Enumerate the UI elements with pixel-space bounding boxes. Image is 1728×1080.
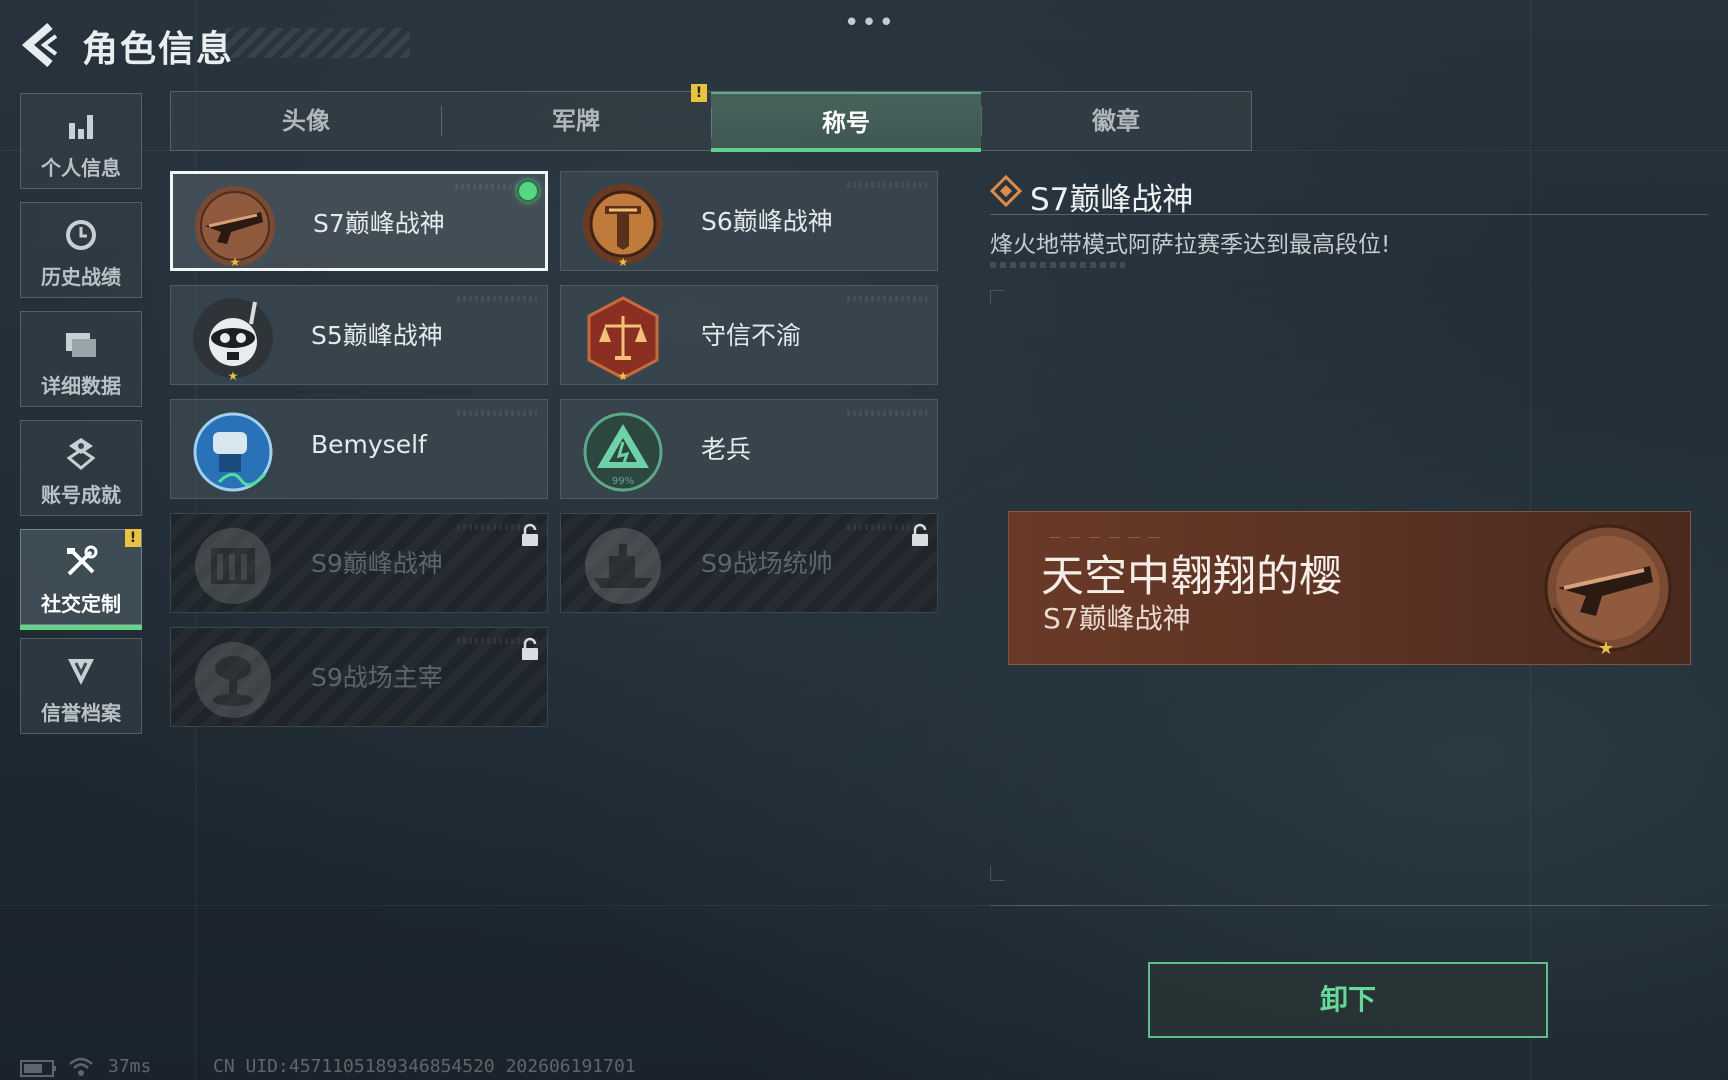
sidebar-item-history[interactable]: 历史战绩 [20, 202, 142, 298]
sidebar-item-social-customization[interactable]: ! 社交定制 [20, 529, 142, 630]
title-card[interactable]: ★ S6巅峰战神 [560, 171, 938, 271]
s9-commander-medal-icon [585, 528, 661, 604]
title-name: S9巅峰战神 [311, 549, 443, 578]
sidebar-item-label: 历史战绩 [41, 265, 121, 289]
title-card[interactable]: 99% 老兵 [560, 399, 938, 499]
lock-icon [912, 523, 928, 546]
tab-dog-tag[interactable]: 军牌 [441, 92, 711, 150]
veteran-medal-text: 99% [612, 476, 634, 487]
bar-chart-icon [21, 108, 141, 144]
uid-readout: CN UID:4571105189346854520 202606191701 [213, 1056, 636, 1077]
frame-corner [990, 290, 1005, 305]
title-card-locked[interactable]: S9战场主宰 [170, 627, 548, 727]
sidebar-item-achievements[interactable]: 账号成就 [20, 420, 142, 516]
s7-medal-icon: ★ [195, 186, 275, 269]
shield-icon [21, 653, 141, 689]
title-name: S5巅峰战神 [311, 321, 443, 350]
title-card[interactable]: Bemyself [170, 399, 548, 499]
ping-readout: 37ms [108, 1056, 152, 1077]
achievement-icon [21, 435, 141, 471]
s9-medal-icon [195, 528, 271, 604]
s6-medal-icon: ★ [583, 184, 663, 268]
title-card[interactable]: ★ S5巅峰战神 [170, 285, 548, 385]
detail-title: S7巅峰战神 [1030, 182, 1194, 218]
tab-avatar[interactable]: 头像 [171, 92, 441, 150]
preview-medal-icon: ★ [1544, 524, 1672, 659]
title-name: 老兵 [701, 435, 752, 464]
title-name: S6巅峰战神 [701, 207, 833, 236]
more-options-button[interactable]: ••• [844, 8, 896, 38]
veteran-medal-icon: 99% [583, 412, 663, 492]
tab-bar: 头像 军牌 称号 徽章 [170, 91, 1252, 152]
lock-icon [522, 523, 538, 546]
svg-text:★: ★ [228, 369, 239, 382]
wifi-icon [69, 1057, 93, 1076]
page-title: 角色信息 [82, 29, 235, 70]
svg-text:★: ★ [230, 255, 241, 269]
lock-icon [522, 637, 538, 660]
back-arrow-icon [21, 22, 58, 68]
title-card-locked[interactable]: S9战场统帅 [560, 513, 938, 613]
preview-player-name: 天空中翱翔的樱 [1041, 552, 1342, 602]
detail-description: 烽火地带模式阿萨拉赛季达到最高段位! [990, 232, 1391, 258]
title-card-locked[interactable]: S9巅峰战神 [170, 513, 548, 613]
battery-icon [20, 1060, 56, 1077]
title-card[interactable]: ★ 守信不渝 [560, 285, 938, 385]
sidebar-item-personal-info[interactable]: 个人信息 [20, 93, 142, 189]
detail-divider [990, 214, 1708, 215]
unequip-button[interactable]: 卸下 [1148, 962, 1548, 1038]
title-name: Bemyself [311, 430, 427, 459]
scales-medal-icon: ★ [587, 296, 659, 382]
svg-text:★: ★ [1598, 638, 1614, 659]
sidebar-item-label: 个人信息 [41, 156, 121, 180]
s5-skull-medal-icon: ★ [193, 298, 273, 382]
frame-line [990, 905, 1708, 906]
svg-text:★: ★ [618, 369, 629, 382]
sidebar: 个人信息 历史战绩 详细数据 账号成就 ! 社交定制 信誉档案 [20, 93, 144, 747]
title-name: S9战场统帅 [701, 549, 833, 578]
title-decoration [225, 28, 410, 58]
title-name: 守信不渝 [701, 321, 802, 350]
back-button[interactable] [20, 22, 62, 68]
tab-title[interactable]: 称号 [711, 92, 981, 152]
tab-notification-badge: ! [691, 84, 707, 102]
sidebar-item-label: 账号成就 [41, 483, 121, 507]
sidebar-item-reputation[interactable]: 信誉档案 [20, 638, 142, 734]
sidebar-item-label: 详细数据 [41, 374, 121, 398]
tools-icon [21, 544, 141, 580]
folder-icon [21, 326, 141, 362]
sidebar-item-label: 社交定制 [41, 592, 121, 616]
s9-ruler-medal-icon [195, 642, 271, 718]
nameplate-preview: — — — — — — 天空中翱翔的樱 S7巅峰战神 ★ [1008, 511, 1691, 665]
sidebar-item-detailed-data[interactable]: 详细数据 [20, 311, 142, 407]
description-decoration [990, 262, 1125, 268]
preview-title: S7巅峰战神 [1043, 602, 1191, 635]
tab-badge[interactable]: 徽章 [981, 92, 1251, 150]
title-name: S7巅峰战神 [313, 209, 445, 238]
bemyself-medal-icon [193, 412, 273, 492]
title-name: S9战场主宰 [311, 663, 443, 692]
top-bar: 角色信息 ••• [0, 0, 1728, 90]
equipped-indicator [517, 180, 539, 202]
sidebar-item-label: 信誉档案 [41, 701, 121, 725]
svg-text:★: ★ [618, 255, 629, 268]
frame-corner [990, 866, 1005, 881]
history-clock-icon [21, 217, 141, 253]
title-card[interactable]: ★ S7巅峰战神 [170, 171, 548, 271]
title-diamond-icon [990, 175, 1022, 207]
